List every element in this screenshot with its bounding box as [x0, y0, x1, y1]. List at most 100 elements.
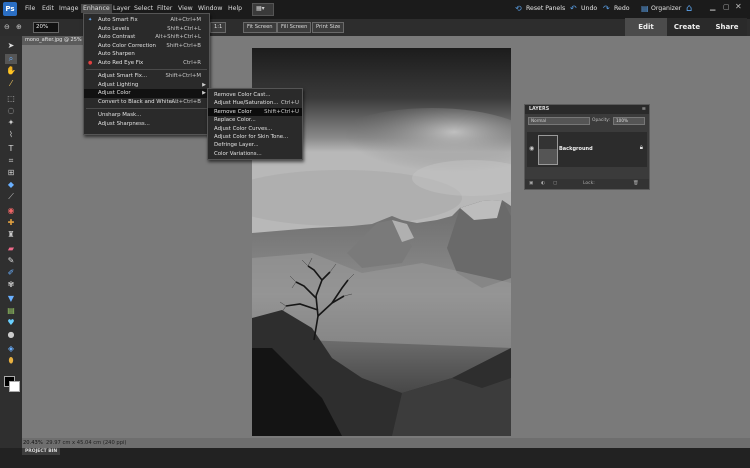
- home-icon[interactable]: ⌂: [686, 3, 692, 14]
- sponge-tool-icon[interactable]: ◈: [5, 344, 17, 354]
- menu-item-label: Adjust Lighting: [98, 81, 139, 88]
- background-color-swatch[interactable]: [9, 381, 20, 392]
- zoom-out-icon[interactable]: ⊖: [4, 23, 10, 31]
- tab-create[interactable]: Create: [667, 18, 707, 37]
- hand-tool-icon[interactable]: ✋: [5, 66, 17, 76]
- opacity-input[interactable]: 100%: [613, 117, 645, 125]
- submenu-item-color-variations[interactable]: Color Variations...: [208, 150, 302, 158]
- menu-layer[interactable]: Layer: [113, 5, 130, 12]
- panel-menu-icon[interactable]: ≡: [642, 105, 646, 114]
- menu-select[interactable]: Select: [134, 5, 153, 12]
- healing-brush-icon[interactable]: ✚: [5, 218, 17, 228]
- submenu-item-remove-color-cast[interactable]: Remove Color Cast...: [208, 91, 302, 99]
- clone-stamp-icon[interactable]: ♜: [5, 230, 17, 240]
- submenu-item-defringe-layer[interactable]: Defringe Layer...: [208, 141, 302, 149]
- red-eye-tool-icon[interactable]: ◉: [5, 206, 17, 216]
- recompose-tool-icon[interactable]: ⊞: [5, 168, 17, 178]
- menu-file[interactable]: File: [25, 5, 35, 12]
- menu-item-auto-contrast[interactable]: Auto Contrast Alt+Shift+Ctrl+L: [84, 33, 209, 42]
- pencil-icon[interactable]: ✎: [5, 256, 17, 266]
- lasso-tool-icon[interactable]: ◌: [5, 106, 17, 116]
- brush-icon[interactable]: ✐: [5, 268, 17, 278]
- gradient-tool-icon[interactable]: ▤: [5, 306, 17, 316]
- menu-item-label: Adjust Color: [98, 90, 131, 96]
- submenu-item-label: Color Variations...: [214, 150, 262, 157]
- menu-view[interactable]: View: [178, 5, 193, 12]
- menu-edit[interactable]: Edit: [42, 5, 54, 12]
- close-icon[interactable]: ✕: [735, 2, 742, 11]
- submenu-item-replace-color[interactable]: Replace Color...: [208, 116, 302, 124]
- zoom-input[interactable]: 20%: [33, 22, 59, 33]
- menu-window[interactable]: Window: [198, 5, 222, 12]
- tab-share[interactable]: Share: [707, 18, 747, 37]
- menu-item-auto-color-correction[interactable]: Auto Color Correction Shift+Ctrl+B: [84, 42, 209, 51]
- cookie-cutter-icon[interactable]: ◆: [5, 180, 17, 190]
- arrange-documents-button[interactable]: ▦▾: [252, 3, 274, 16]
- fill-screen-button[interactable]: Fill Screen: [277, 22, 312, 33]
- menu-item-adjust-sharpness[interactable]: Adjust Sharpness...: [84, 120, 209, 129]
- menu-item-shortcut: Ctrl+R: [183, 59, 201, 66]
- redo-button[interactable]: Redo: [614, 5, 630, 12]
- document-size: 29.97 cm x 45.04 cm (240 ppi): [46, 440, 127, 446]
- reset-panels-button[interactable]: Reset Panels: [526, 5, 565, 12]
- menu-filter[interactable]: Filter: [157, 5, 172, 12]
- menu-help[interactable]: Help: [228, 5, 242, 12]
- eraser-icon[interactable]: ▰: [5, 244, 17, 254]
- dodge-tool-icon[interactable]: ⬮: [5, 356, 17, 366]
- menu-enhance[interactable]: Enhance: [81, 4, 112, 13]
- blur-tool-icon[interactable]: ●: [5, 330, 17, 340]
- menu-item-adjust-smart-fix[interactable]: Adjust Smart Fix... Shift+Ctrl+M: [84, 72, 209, 81]
- selection-brush-icon[interactable]: ⌇: [5, 130, 17, 140]
- menu-image[interactable]: Image: [59, 5, 78, 12]
- menu-item-auto-levels[interactable]: Auto Levels Shift+Ctrl+L: [84, 25, 209, 34]
- menu-item-label: Auto Contrast: [98, 34, 136, 40]
- submenu-item-adjust-color-curves[interactable]: Adjust Color Curves...: [208, 125, 302, 133]
- layers-panel: LAYERS ≡ Normal Opacity: 100% ◉ Backgrou…: [524, 104, 650, 190]
- visibility-eye-icon[interactable]: ◉: [529, 145, 534, 152]
- menu-item-auto-red-eye-fix[interactable]: ● Auto Red Eye Fix Ctrl+R: [84, 59, 209, 68]
- menu-item-adjust-lighting[interactable]: Adjust Lighting ▶: [84, 81, 209, 90]
- adjustment-layer-icon[interactable]: ◐: [541, 179, 545, 189]
- submenu-item-label: Defringe Layer...: [214, 142, 259, 149]
- trash-icon[interactable]: 🗑︎: [633, 179, 639, 189]
- crop-tool-icon[interactable]: ⌗: [5, 156, 17, 166]
- blend-mode-select[interactable]: Normal: [528, 117, 590, 125]
- new-layer-icon[interactable]: ▣: [529, 179, 533, 189]
- submenu-item-label: Replace Color...: [214, 117, 256, 124]
- move-tool-icon[interactable]: ➤: [5, 41, 17, 51]
- print-size-button[interactable]: Print Size: [312, 22, 345, 33]
- submenu-item-adjust-color-for-skin-tone[interactable]: Adjust Color for Skin Tone...: [208, 133, 302, 141]
- custom-shape-icon[interactable]: ♥: [5, 318, 17, 328]
- menu-item-auto-sharpen[interactable]: Auto Sharpen: [84, 50, 209, 59]
- undo-button[interactable]: Undo: [581, 5, 597, 12]
- magic-wand-icon[interactable]: ✦: [5, 118, 17, 128]
- menu-item-auto-smart-fix[interactable]: ✦ Auto Smart Fix Alt+Ctrl+M: [84, 16, 209, 25]
- layer-row[interactable]: ◉ Background 🔒︎: [527, 132, 647, 167]
- menu-item-label: Convert to Black and White...: [98, 98, 178, 105]
- tab-edit[interactable]: Edit: [625, 18, 667, 37]
- type-tool-icon[interactable]: T: [5, 144, 17, 154]
- submenu-item-remove-color[interactable]: Remove Color Shift+Ctrl+U: [208, 107, 302, 117]
- marquee-tool-icon[interactable]: ⬚: [5, 94, 17, 104]
- menu-item-adjust-color[interactable]: Adjust Color ▶: [84, 89, 209, 98]
- menu-item-label: Adjust Sharpness...: [98, 120, 150, 127]
- smart-brush-icon[interactable]: ✾: [5, 280, 17, 290]
- maximize-icon[interactable]: ▢: [723, 3, 730, 11]
- menu-item-convert-to-black-and-white[interactable]: Convert to Black and White... Alt+Ctrl+B: [84, 98, 209, 107]
- menu-item-label: Auto Color Correction: [98, 42, 156, 49]
- project-bin-button[interactable]: PROJECT BIN: [22, 448, 61, 455]
- zoom-in-icon[interactable]: ⊕: [16, 23, 22, 31]
- actual-pixels-button[interactable]: 1:1: [210, 22, 227, 33]
- submenu-item-label: Adjust Color for Skin Tone...: [214, 134, 289, 140]
- organizer-button[interactable]: Organizer: [651, 5, 681, 12]
- minimize-icon[interactable]: ▁: [710, 3, 715, 11]
- paint-bucket-icon[interactable]: ▼: [5, 294, 17, 304]
- zoom-tool-icon[interactable]: ⌕: [5, 54, 17, 64]
- fit-screen-button[interactable]: Fit Screen: [243, 22, 277, 33]
- document-tab[interactable]: mono_after.jpg @ 25% (Gray/8): [22, 36, 85, 45]
- eyedropper-icon[interactable]: ⁄: [5, 79, 17, 89]
- submenu-item-adjust-hue-saturation[interactable]: Adjust Hue/Saturation... Ctrl+U: [208, 99, 302, 107]
- straighten-tool-icon[interactable]: ⟋: [5, 192, 17, 202]
- layer-mask-icon[interactable]: ▢: [553, 179, 557, 189]
- menu-item-unsharp-mask[interactable]: Unsharp Mask...: [84, 111, 209, 120]
